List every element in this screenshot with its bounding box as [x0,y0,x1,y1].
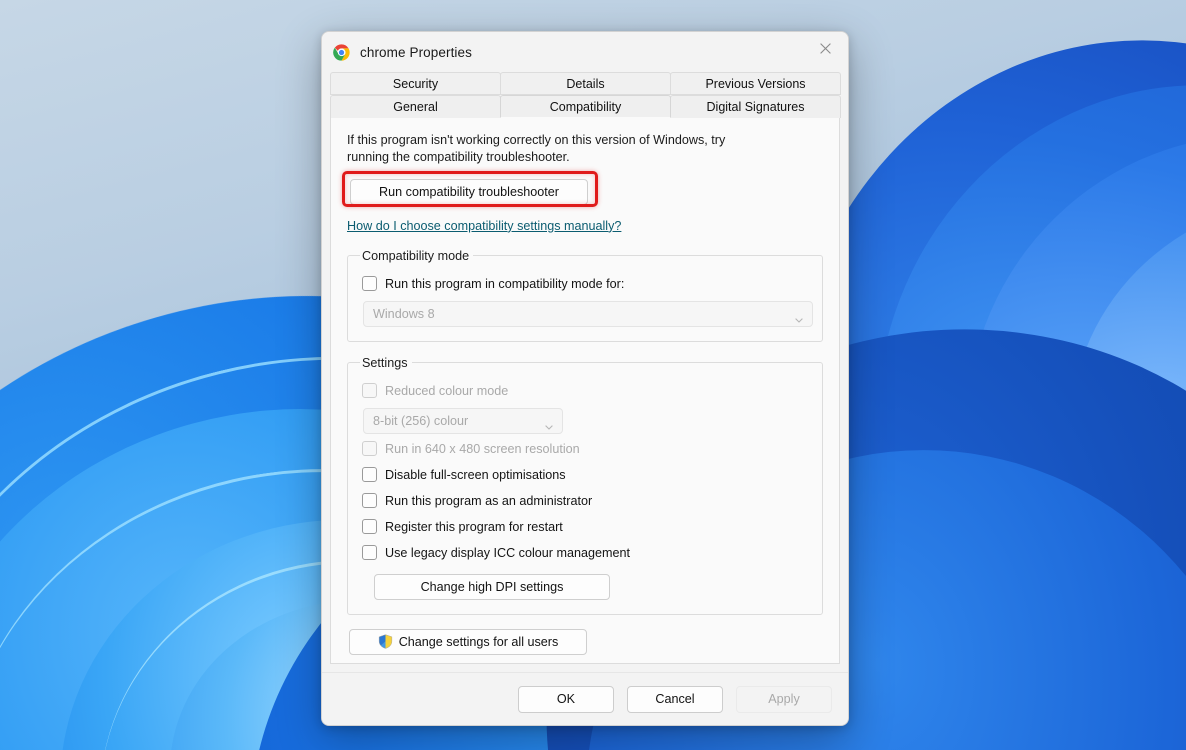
compatibility-tab-panel: If this program isn't working correctly … [330,118,840,664]
chevron-down-icon [545,419,553,430]
setting-run-as-administrator-row[interactable]: Run this program as an administrator [362,488,810,514]
close-icon[interactable] [802,32,848,65]
tab-general-label: General [393,100,438,114]
change-settings-for-all-users-label: Change settings for all users [398,634,559,649]
ok-button[interactable]: OK [518,685,614,713]
compatibility-os-select-value: Windows 8 [373,306,435,321]
tab-compatibility[interactable]: Compatibility [500,95,671,118]
setting-register-for-restart-row[interactable]: Register this program for restart [362,514,810,540]
change-settings-for-all-users-button[interactable]: Change settings for all users [349,628,587,655]
setting-reduced-colour-mode-checkbox[interactable] [362,383,377,399]
setting-disable-fullscreen-checkbox[interactable] [362,467,377,483]
setting-register-for-restart-label: Register this program for restart [385,519,563,534]
dialog-title: chrome Properties [360,44,472,60]
tab-security-label: Security [392,76,439,91]
setting-reduced-colour-mode-row[interactable]: Reduced colour mode [362,378,810,404]
compatibility-help-link[interactable]: How do I choose compatibility settings m… [347,219,621,233]
tab-compatibility-label: Compatibility [549,99,622,114]
tab-details-label: Details [566,76,605,91]
apply-button[interactable]: Apply [736,685,832,713]
desktop-wallpaper: chrome Properties Security Details Previ… [0,0,1186,750]
compatibility-os-select[interactable]: Windows 8 [363,300,813,327]
colour-depth-select-value: 8-bit (256) colour [373,413,469,428]
compatibility-mode-legend: Compatibility mode [362,248,470,263]
tab-digital-signatures[interactable]: Digital Signatures [670,95,841,118]
chevron-down-icon [795,312,803,323]
compatibility-mode-checkbox-label: Run this program in compatibility mode f… [385,276,625,291]
properties-dialog: chrome Properties Security Details Previ… [321,31,849,726]
setting-640x480-row[interactable]: Run in 640 x 480 screen resolution [362,436,810,462]
colour-depth-select[interactable]: 8-bit (256) colour [363,407,563,434]
tab-previous-versions[interactable]: Previous Versions [670,72,841,95]
change-high-dpi-settings-button[interactable]: Change high DPI settings [374,573,610,600]
intro-text: If this program isn't working correctly … [347,133,726,165]
tab-security[interactable]: Security [330,72,501,95]
setting-reduced-colour-mode-label: Reduced colour mode [385,383,509,398]
setting-run-as-administrator-label: Run this program as an administrator [385,493,593,508]
tab-digital-signatures-label: Digital Signatures [706,100,805,114]
dialog-footer: OK Cancel Apply [322,672,848,725]
setting-640x480-label: Run in 640 x 480 screen resolution [385,441,580,456]
settings-group: Settings Reduced colour mode 8-bit (256)… [347,355,823,615]
compatibility-mode-group: Compatibility mode Run this program in c… [347,248,823,342]
compatibility-mode-checkbox-row[interactable]: Run this program in compatibility mode f… [362,271,810,297]
setting-legacy-icc-label: Use legacy display ICC colour management [385,545,630,560]
tab-previous-versions-label: Previous Versions [705,76,806,91]
setting-disable-fullscreen-label: Disable full-screen optimisations [385,467,566,482]
chrome-icon [333,43,350,61]
settings-legend: Settings [362,355,408,370]
change-all-users-area: Change settings for all users [349,628,823,655]
setting-run-as-administrator-checkbox[interactable] [362,493,377,509]
setting-640x480-checkbox[interactable] [362,441,377,457]
tab-row-top: Security Details Previous Versions [330,72,841,95]
run-compatibility-troubleshooter-button[interactable]: Run compatibility troubleshooter [350,178,588,205]
uac-shield-icon [378,634,393,649]
tab-row-bottom: General Compatibility Digital Signatures [330,95,841,118]
tab-general[interactable]: General [330,95,501,118]
setting-legacy-icc-checkbox[interactable] [362,545,377,561]
cancel-button[interactable]: Cancel [627,685,723,713]
compatibility-mode-checkbox[interactable] [362,276,377,292]
dpi-button-area: Change high DPI settings [374,573,810,600]
setting-register-for-restart-checkbox[interactable] [362,519,377,535]
setting-legacy-icc-row[interactable]: Use legacy display ICC colour management [362,540,810,566]
tab-strip: Security Details Previous Versions Gener… [322,72,848,118]
dialog-titlebar: chrome Properties [322,32,848,72]
troubleshooter-area: Run compatibility troubleshooter [342,170,598,207]
tab-details[interactable]: Details [500,72,671,95]
setting-disable-fullscreen-row[interactable]: Disable full-screen optimisations [362,462,810,488]
